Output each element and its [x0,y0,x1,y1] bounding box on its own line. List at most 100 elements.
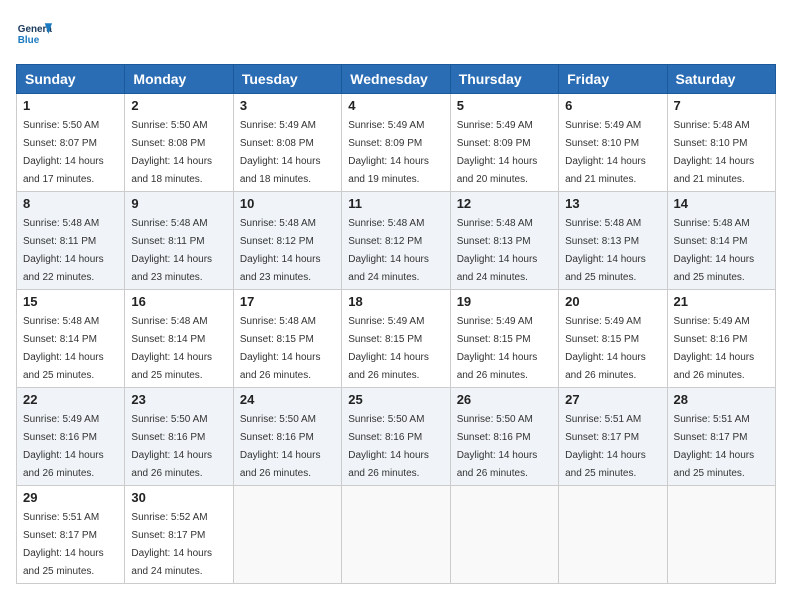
calendar-cell: 3 Sunrise: 5:49 AMSunset: 8:08 PMDayligh… [233,94,341,192]
calendar-cell: 7 Sunrise: 5:48 AMSunset: 8:10 PMDayligh… [667,94,775,192]
calendar-cell: 8 Sunrise: 5:48 AMSunset: 8:11 PMDayligh… [17,192,125,290]
calendar-cell [667,486,775,584]
calendar-cell: 28 Sunrise: 5:51 AMSunset: 8:17 PMDaylig… [667,388,775,486]
calendar-cell: 4 Sunrise: 5:49 AMSunset: 8:09 PMDayligh… [342,94,450,192]
cell-info: Sunrise: 5:48 AMSunset: 8:15 PMDaylight:… [240,316,321,381]
calendar-cell: 12 Sunrise: 5:48 AMSunset: 8:13 PMDaylig… [450,192,558,290]
cell-info: Sunrise: 5:48 AMSunset: 8:13 PMDaylight:… [457,218,538,283]
day-number: 30 [131,490,226,505]
weekday-header-cell: Friday [559,65,667,94]
cell-info: Sunrise: 5:48 AMSunset: 8:11 PMDaylight:… [131,218,212,283]
cell-info: Sunrise: 5:49 AMSunset: 8:09 PMDaylight:… [348,120,429,185]
calendar-cell: 27 Sunrise: 5:51 AMSunset: 8:17 PMDaylig… [559,388,667,486]
cell-info: Sunrise: 5:48 AMSunset: 8:12 PMDaylight:… [348,218,429,283]
day-number: 25 [348,392,443,407]
calendar-week: 15 Sunrise: 5:48 AMSunset: 8:14 PMDaylig… [17,290,776,388]
cell-info: Sunrise: 5:49 AMSunset: 8:10 PMDaylight:… [565,120,646,185]
day-number: 13 [565,196,660,211]
day-number: 22 [23,392,118,407]
day-number: 17 [240,294,335,309]
calendar-body: 1 Sunrise: 5:50 AMSunset: 8:07 PMDayligh… [17,94,776,584]
svg-text:Blue: Blue [18,35,40,46]
cell-info: Sunrise: 5:50 AMSunset: 8:16 PMDaylight:… [240,414,321,479]
cell-info: Sunrise: 5:49 AMSunset: 8:15 PMDaylight:… [565,316,646,381]
calendar-cell: 26 Sunrise: 5:50 AMSunset: 8:16 PMDaylig… [450,388,558,486]
cell-info: Sunrise: 5:50 AMSunset: 8:08 PMDaylight:… [131,120,212,185]
cell-info: Sunrise: 5:48 AMSunset: 8:11 PMDaylight:… [23,218,104,283]
calendar-cell: 2 Sunrise: 5:50 AMSunset: 8:08 PMDayligh… [125,94,233,192]
day-number: 12 [457,196,552,211]
day-number: 11 [348,196,443,211]
calendar-cell: 18 Sunrise: 5:49 AMSunset: 8:15 PMDaylig… [342,290,450,388]
cell-info: Sunrise: 5:50 AMSunset: 8:16 PMDaylight:… [131,414,212,479]
calendar-week: 22 Sunrise: 5:49 AMSunset: 8:16 PMDaylig… [17,388,776,486]
cell-info: Sunrise: 5:48 AMSunset: 8:13 PMDaylight:… [565,218,646,283]
day-number: 18 [348,294,443,309]
day-number: 8 [23,196,118,211]
calendar-cell: 14 Sunrise: 5:48 AMSunset: 8:14 PMDaylig… [667,192,775,290]
day-number: 1 [23,98,118,113]
calendar-cell: 23 Sunrise: 5:50 AMSunset: 8:16 PMDaylig… [125,388,233,486]
day-number: 20 [565,294,660,309]
calendar-week: 1 Sunrise: 5:50 AMSunset: 8:07 PMDayligh… [17,94,776,192]
day-number: 7 [674,98,769,113]
header: General Blue [16,16,776,52]
day-number: 28 [674,392,769,407]
day-number: 14 [674,196,769,211]
logo-icon: General Blue [16,16,52,52]
calendar-cell: 11 Sunrise: 5:48 AMSunset: 8:12 PMDaylig… [342,192,450,290]
calendar-cell: 1 Sunrise: 5:50 AMSunset: 8:07 PMDayligh… [17,94,125,192]
cell-info: Sunrise: 5:49 AMSunset: 8:15 PMDaylight:… [348,316,429,381]
calendar-cell [450,486,558,584]
day-number: 2 [131,98,226,113]
weekday-header-cell: Saturday [667,65,775,94]
calendar-cell: 20 Sunrise: 5:49 AMSunset: 8:15 PMDaylig… [559,290,667,388]
weekday-header-cell: Wednesday [342,65,450,94]
calendar-cell: 25 Sunrise: 5:50 AMSunset: 8:16 PMDaylig… [342,388,450,486]
cell-info: Sunrise: 5:49 AMSunset: 8:15 PMDaylight:… [457,316,538,381]
calendar-cell [233,486,341,584]
cell-info: Sunrise: 5:51 AMSunset: 8:17 PMDaylight:… [674,414,755,479]
day-number: 15 [23,294,118,309]
calendar-cell: 21 Sunrise: 5:49 AMSunset: 8:16 PMDaylig… [667,290,775,388]
day-number: 6 [565,98,660,113]
calendar-cell: 24 Sunrise: 5:50 AMSunset: 8:16 PMDaylig… [233,388,341,486]
cell-info: Sunrise: 5:48 AMSunset: 8:14 PMDaylight:… [131,316,212,381]
calendar-cell: 5 Sunrise: 5:49 AMSunset: 8:09 PMDayligh… [450,94,558,192]
day-number: 9 [131,196,226,211]
calendar-cell: 29 Sunrise: 5:51 AMSunset: 8:17 PMDaylig… [17,486,125,584]
day-number: 21 [674,294,769,309]
weekday-header-cell: Thursday [450,65,558,94]
cell-info: Sunrise: 5:49 AMSunset: 8:16 PMDaylight:… [674,316,755,381]
cell-info: Sunrise: 5:48 AMSunset: 8:10 PMDaylight:… [674,120,755,185]
calendar: SundayMondayTuesdayWednesdayThursdayFrid… [16,64,776,584]
day-number: 4 [348,98,443,113]
calendar-week: 8 Sunrise: 5:48 AMSunset: 8:11 PMDayligh… [17,192,776,290]
day-number: 3 [240,98,335,113]
calendar-cell: 17 Sunrise: 5:48 AMSunset: 8:15 PMDaylig… [233,290,341,388]
calendar-cell: 13 Sunrise: 5:48 AMSunset: 8:13 PMDaylig… [559,192,667,290]
cell-info: Sunrise: 5:50 AMSunset: 8:16 PMDaylight:… [457,414,538,479]
weekday-header-cell: Tuesday [233,65,341,94]
cell-info: Sunrise: 5:49 AMSunset: 8:08 PMDaylight:… [240,120,321,185]
cell-info: Sunrise: 5:51 AMSunset: 8:17 PMDaylight:… [565,414,646,479]
calendar-cell: 6 Sunrise: 5:49 AMSunset: 8:10 PMDayligh… [559,94,667,192]
day-number: 27 [565,392,660,407]
day-number: 5 [457,98,552,113]
calendar-cell: 22 Sunrise: 5:49 AMSunset: 8:16 PMDaylig… [17,388,125,486]
calendar-cell [559,486,667,584]
cell-info: Sunrise: 5:49 AMSunset: 8:16 PMDaylight:… [23,414,104,479]
calendar-week: 29 Sunrise: 5:51 AMSunset: 8:17 PMDaylig… [17,486,776,584]
day-number: 19 [457,294,552,309]
day-number: 10 [240,196,335,211]
calendar-cell: 10 Sunrise: 5:48 AMSunset: 8:12 PMDaylig… [233,192,341,290]
cell-info: Sunrise: 5:48 AMSunset: 8:12 PMDaylight:… [240,218,321,283]
calendar-cell: 30 Sunrise: 5:52 AMSunset: 8:17 PMDaylig… [125,486,233,584]
cell-info: Sunrise: 5:48 AMSunset: 8:14 PMDaylight:… [23,316,104,381]
calendar-cell: 15 Sunrise: 5:48 AMSunset: 8:14 PMDaylig… [17,290,125,388]
cell-info: Sunrise: 5:50 AMSunset: 8:07 PMDaylight:… [23,120,104,185]
cell-info: Sunrise: 5:50 AMSunset: 8:16 PMDaylight:… [348,414,429,479]
weekday-header-cell: Sunday [17,65,125,94]
logo: General Blue [16,16,52,52]
day-number: 23 [131,392,226,407]
